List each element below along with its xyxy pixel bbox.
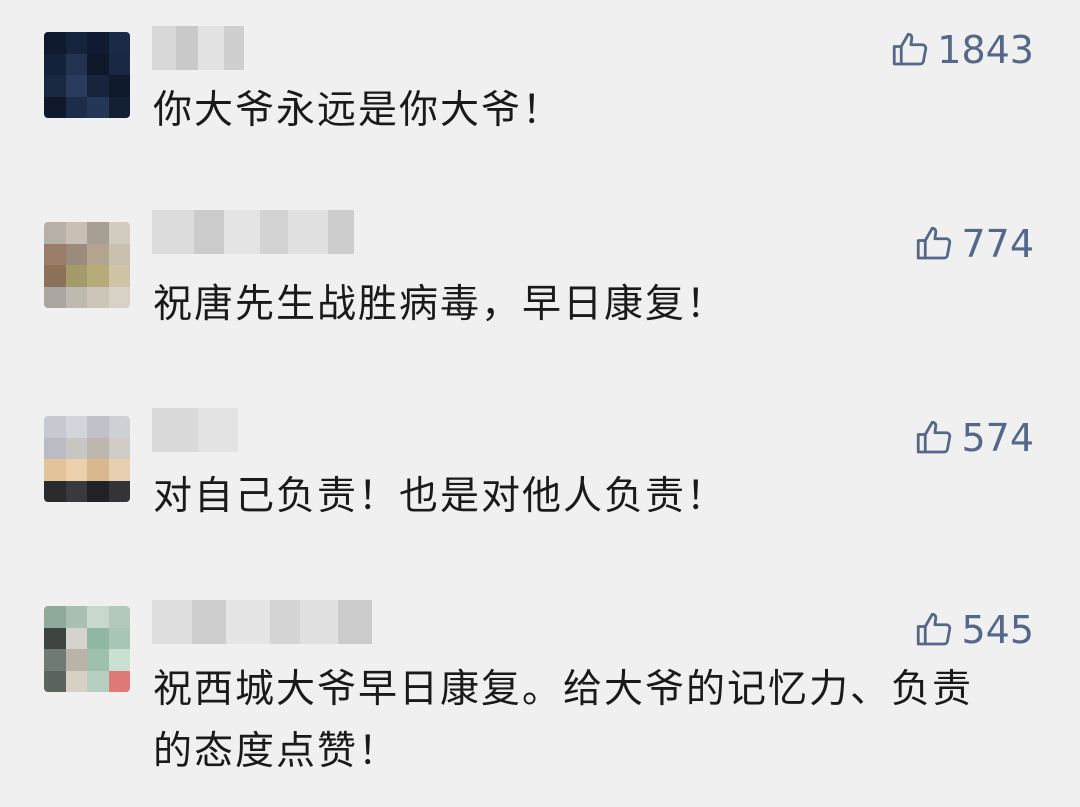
like-count: 774 [961,222,1034,266]
nickname-blurred[interactable] [152,26,244,70]
like-count: 1843 [937,28,1034,72]
nickname-blurred[interactable] [152,210,354,254]
thumbs-up-icon [889,29,931,71]
comment-text: 对自己负责！也是对他人负责！ [153,474,728,519]
like-button[interactable]: 1843 [889,28,1034,72]
comment-text: 祝唐先生战胜病毒，早日康复！ [153,282,728,327]
like-count: 574 [961,416,1034,460]
thumbs-up-icon [913,223,955,265]
avatar[interactable] [44,222,130,308]
like-button[interactable]: 774 [913,222,1034,266]
comment-text: 祝西城大爷早日康复。给大爷的记忆力、负责的态度点赞！ [153,667,974,774]
like-count: 545 [961,608,1034,652]
thumbs-up-icon [913,609,955,651]
like-button[interactable]: 574 [913,416,1034,460]
nickname-blurred[interactable] [152,408,238,452]
comment-text: 你大爷永远是你大爷！ [153,88,564,133]
avatar[interactable] [44,606,130,692]
nickname-blurred[interactable] [152,600,372,644]
thumbs-up-icon [913,417,955,459]
like-button[interactable]: 545 [913,608,1034,652]
avatar[interactable] [44,416,130,502]
avatar[interactable] [44,32,130,118]
